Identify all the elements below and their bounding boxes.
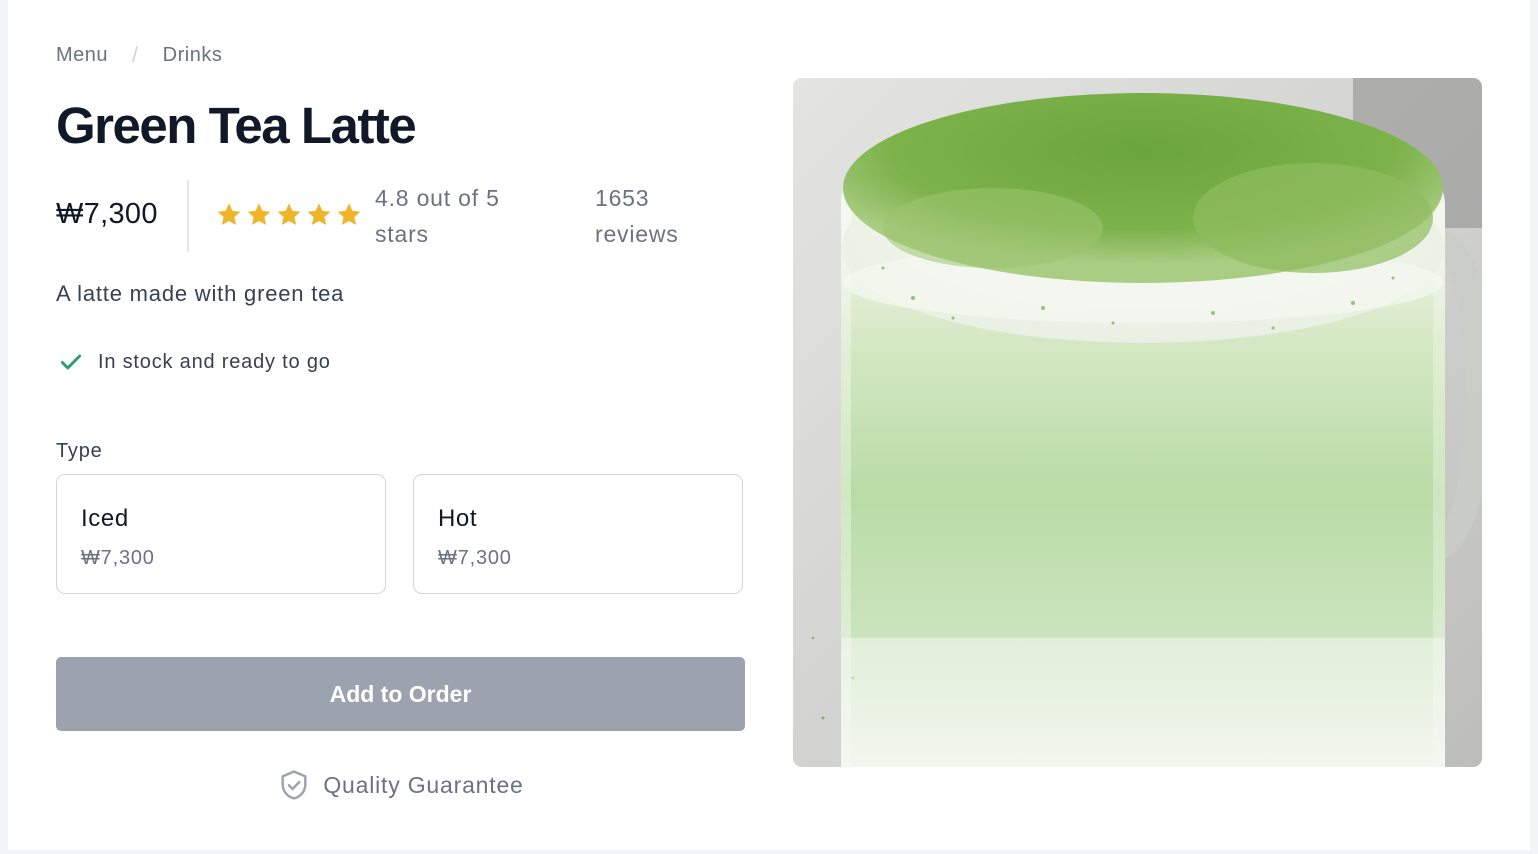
option-name: Hot (438, 505, 478, 532)
quality-guarantee-link[interactable]: Quality Guarantee (56, 768, 745, 802)
option-price: ₩7,300 (438, 547, 512, 569)
breadcrumb-link-menu[interactable]: Menu (56, 44, 108, 67)
breadcrumb-link-drinks[interactable]: Drinks (163, 44, 223, 67)
option-price: ₩7,300 (81, 547, 155, 569)
star-icon (307, 203, 331, 225)
quality-guarantee-label: Quality Guarantee (323, 771, 524, 798)
stock-status-text: In stock and ready to go (98, 350, 331, 373)
product-title: Green Tea Latte (56, 97, 417, 154)
breadcrumb-separator: / (132, 42, 139, 67)
star-icon (217, 203, 241, 225)
type-option-hot[interactable]: Hot ₩7,300 (413, 474, 743, 594)
breadcrumb: Menu / Drinks (56, 42, 222, 68)
option-name: Iced (81, 505, 129, 532)
check-icon (60, 354, 82, 370)
add-to-order-button[interactable]: Add to Order (56, 657, 745, 731)
price-divider (187, 180, 189, 252)
rating-text: 4.8 out of 5 stars (375, 185, 500, 247)
product-page: Menu / Drinks Green Tea Latte ₩7,300 4.8… (8, 0, 1530, 850)
star-rating (214, 200, 364, 230)
star-icon (247, 203, 271, 225)
stock-status: In stock and ready to go (58, 349, 331, 375)
product-image (793, 78, 1482, 767)
price-rating-row: ₩7,300 4.8 out of 5 stars 1653 reviews (56, 178, 746, 252)
product-price: ₩7,300 (56, 198, 158, 230)
shield-check-icon (281, 770, 307, 800)
type-label: Type (56, 440, 103, 462)
product-description: A latte made with green tea (56, 281, 345, 306)
type-option-iced[interactable]: Iced ₩7,300 (56, 474, 386, 594)
star-icon (277, 203, 301, 225)
star-icon (337, 203, 361, 225)
green-tea-latte-photo (793, 78, 1482, 767)
reviews-count-link[interactable]: 1653 reviews (595, 180, 715, 252)
